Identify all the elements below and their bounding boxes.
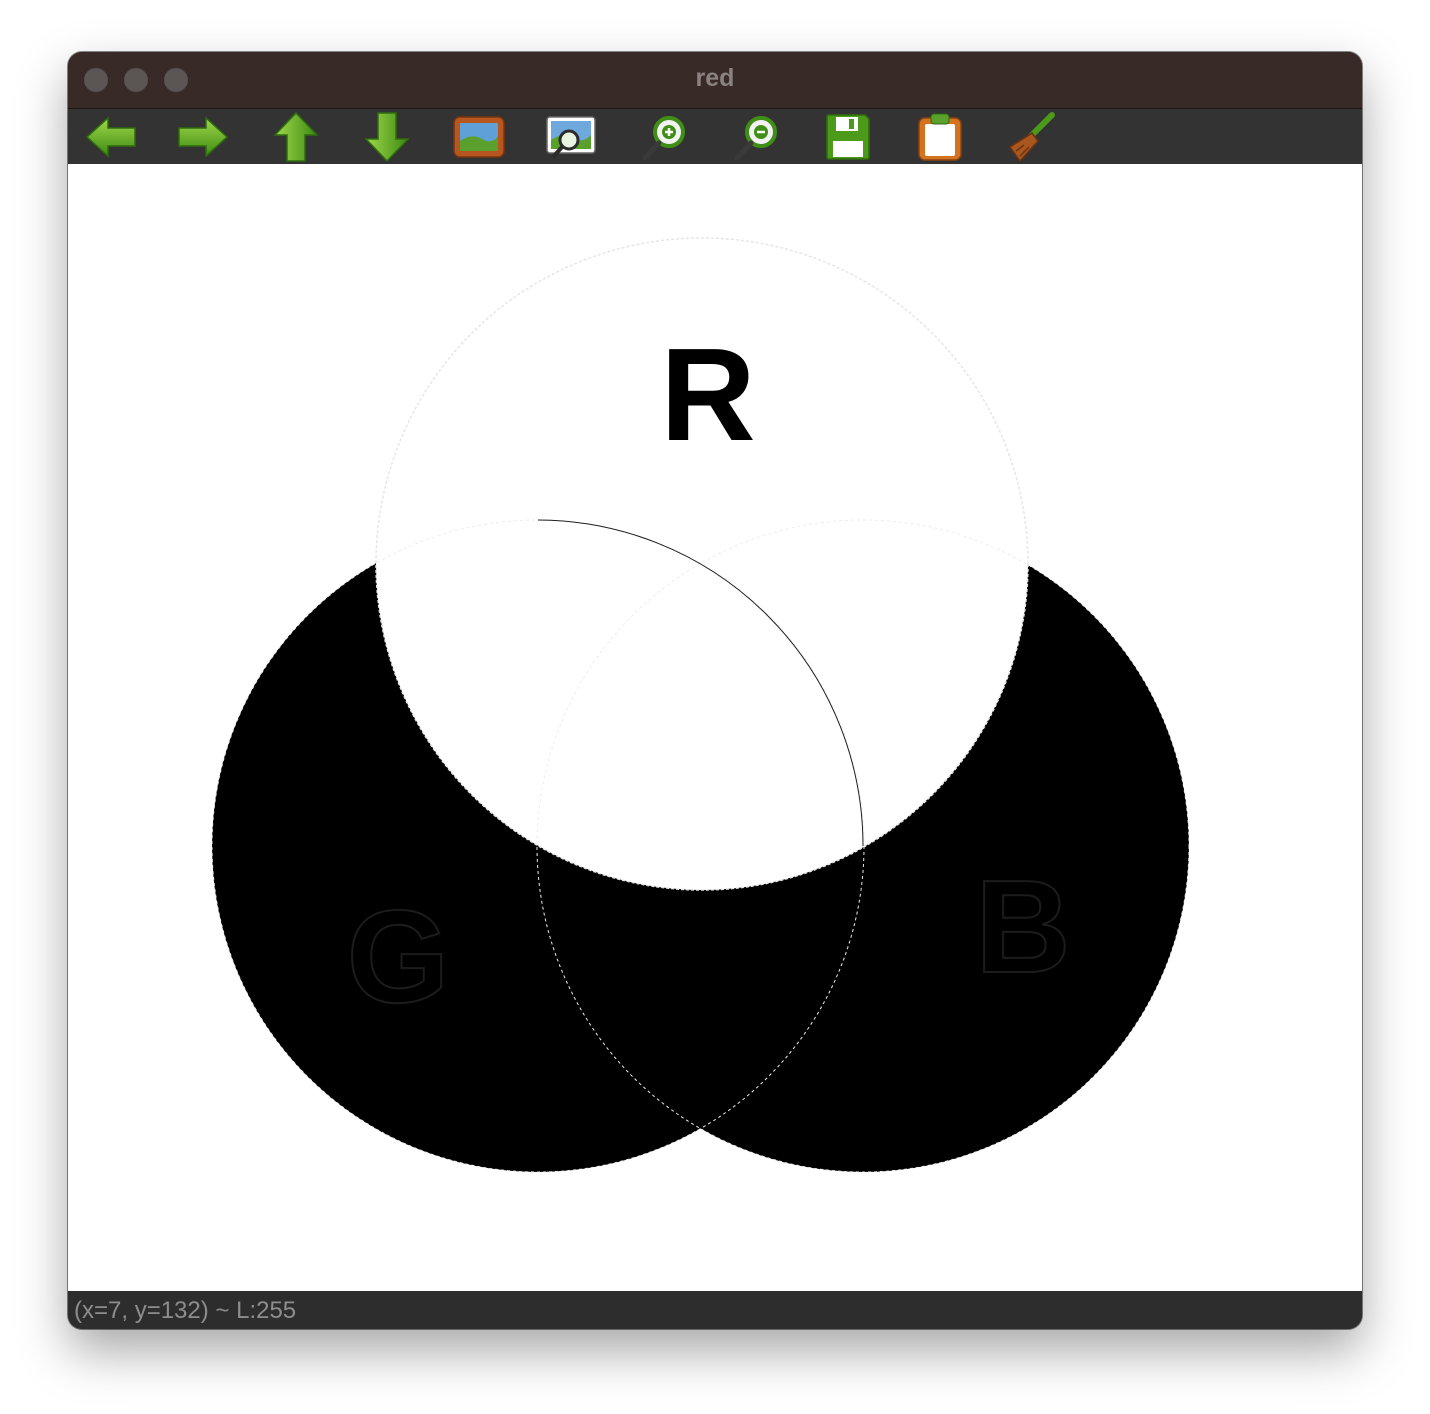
pan-up-button[interactable] xyxy=(268,111,324,163)
label-g: G xyxy=(347,883,450,1030)
pan-down-button[interactable] xyxy=(359,111,415,163)
properties-button[interactable] xyxy=(1004,111,1060,163)
zoom-original-button[interactable] xyxy=(543,111,599,163)
status-bar: (x=7, y=132) ~ L:255 xyxy=(68,1291,1362,1329)
image-canvas[interactable]: R G B xyxy=(68,164,1362,1291)
label-r: R xyxy=(660,321,755,468)
title-bar[interactable]: red xyxy=(68,52,1362,109)
arrow-down-icon xyxy=(364,112,410,163)
image-viewer-window: red R G B (x=7, y=132) ~ L:255 xyxy=(68,52,1362,1329)
pan-left-button[interactable] xyxy=(83,111,139,163)
arrow-right-icon xyxy=(178,116,229,158)
fit-image-button[interactable] xyxy=(451,111,507,163)
zoom-out-button[interactable] xyxy=(728,111,784,163)
picture-icon xyxy=(453,116,505,158)
clipboard-icon xyxy=(918,113,962,161)
arrow-up-icon xyxy=(273,111,319,162)
copy-to-clipboard-button[interactable] xyxy=(912,111,968,163)
image-content: R G B xyxy=(211,237,1190,1173)
pan-right-button[interactable] xyxy=(175,111,231,163)
arrow-left-icon xyxy=(85,116,136,158)
save-button[interactable] xyxy=(820,111,876,163)
zoom-in-button[interactable] xyxy=(636,111,692,163)
picture-magnifier-icon xyxy=(546,116,596,158)
toolbar xyxy=(68,109,1362,164)
status-text: (x=7, y=132) ~ L:255 xyxy=(74,1297,297,1324)
zoom-in-icon xyxy=(642,116,685,161)
floppy-disk-icon xyxy=(826,114,870,160)
window-title: red xyxy=(695,64,735,92)
broom-icon xyxy=(1008,112,1055,163)
zoom-out-icon xyxy=(734,116,777,161)
label-b: B xyxy=(975,853,1070,1000)
